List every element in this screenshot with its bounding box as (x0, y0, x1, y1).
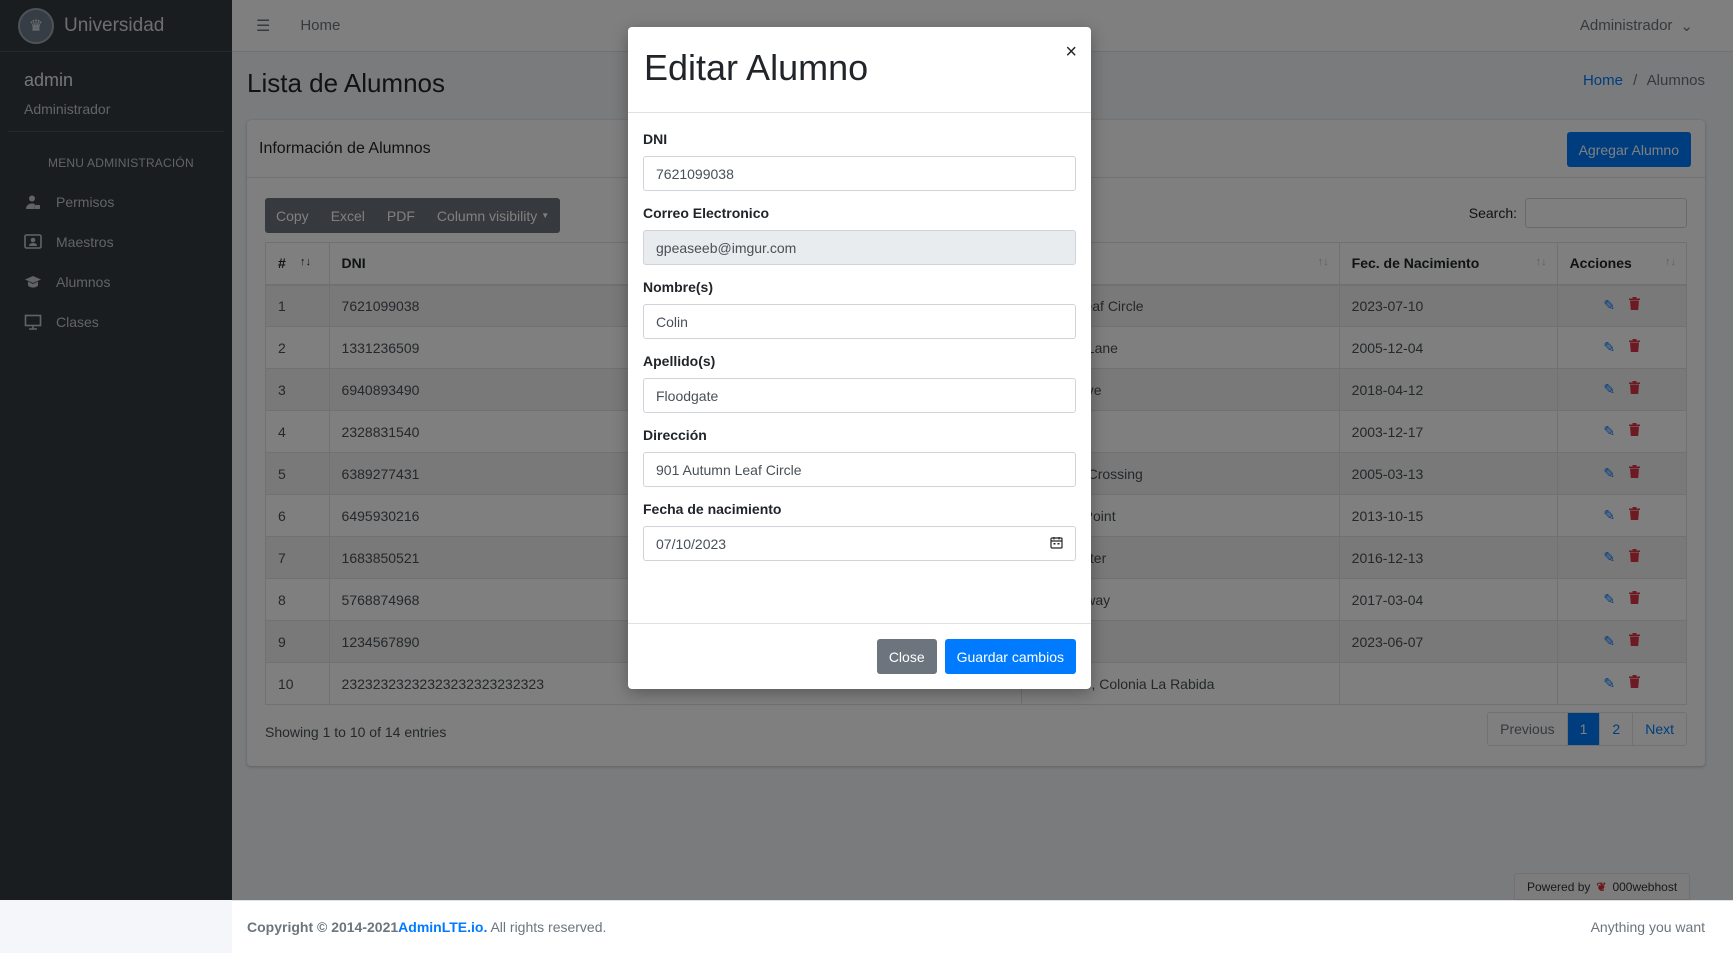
fecha-field[interactable]: 07/10/2023 (643, 526, 1076, 561)
rights-text: All rights reserved. (487, 919, 607, 935)
close-button[interactable]: Close (876, 639, 937, 674)
apellido-group: Apellido(s) Floodgate (643, 353, 1076, 413)
nombre-group: Nombre(s) Colin (643, 279, 1076, 339)
calendar-icon[interactable] (1050, 536, 1063, 552)
edit-student-modal: Editar Alumno × DNI 7621099038 Correo El… (628, 27, 1091, 689)
apellido-field[interactable]: Floodgate (643, 378, 1076, 413)
direccion-field[interactable]: 901 Autumn Leaf Circle (643, 452, 1076, 487)
fecha-group: Fecha de nacimiento 07/10/2023 (643, 501, 1076, 561)
dni-group: DNI 7621099038 (643, 131, 1076, 191)
save-changes-button[interactable]: Guardar cambios (944, 639, 1076, 674)
nombre-field[interactable]: Colin (643, 304, 1076, 339)
apellido-label: Apellido(s) (643, 353, 716, 369)
nombre-label: Nombre(s) (643, 279, 714, 295)
copyright-text: Copyright © 2014-2021 (247, 919, 399, 935)
modal-body: DNI 7621099038 Correo Electronico gpease… (628, 113, 1091, 561)
adminlte-link[interactable]: AdminLTE.io. (398, 919, 487, 935)
main-footer: Copyright © 2014-2021 AdminLTE.io. All r… (232, 900, 1733, 953)
email-group: Correo Electronico gpeaseeb@imgur.com (643, 205, 1076, 265)
dni-label: DNI (643, 131, 668, 147)
email-label: Correo Electronico (643, 205, 770, 221)
footer-right-text: Anything you want (1590, 919, 1705, 935)
direccion-group: Dirección 901 Autumn Leaf Circle (643, 427, 1076, 487)
direccion-label: Dirección (643, 427, 707, 443)
modal-footer: Close Guardar cambios (628, 623, 1091, 689)
close-icon[interactable]: × (1065, 41, 1077, 64)
dni-field[interactable]: 7621099038 (643, 156, 1076, 191)
fecha-label: Fecha de nacimiento (643, 501, 782, 517)
modal-header: Editar Alumno × (628, 27, 1091, 113)
email-field: gpeaseeb@imgur.com (643, 230, 1076, 265)
modal-title: Editar Alumno (644, 47, 869, 88)
